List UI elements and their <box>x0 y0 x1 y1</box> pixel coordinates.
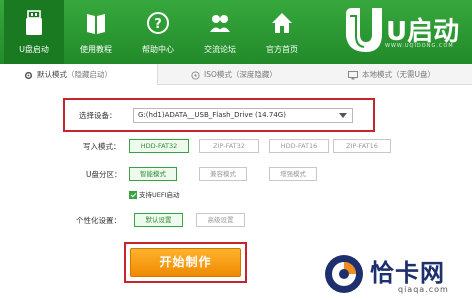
write-option-hdd-fat16[interactable]: HDD-FAT16 <box>269 139 329 153</box>
mode-tabs: 默认模式（隐藏启动） ISO模式（深度隐藏） 本地模式（无需U盘） <box>0 64 472 85</box>
start-button[interactable]: 开始制作 <box>130 248 241 277</box>
watermark-logo-icon <box>325 255 363 293</box>
nav-item-usb-boot[interactable]: U盘启动 <box>4 0 64 64</box>
nav-item-tutorial[interactable]: 使用教程 <box>66 0 126 64</box>
tab-sub: （无需U盘） <box>392 70 435 79</box>
write-mode-label: 写入模式： <box>83 142 121 151</box>
write-option-hdd-fat32[interactable]: HDD-FAT32 <box>129 139 189 153</box>
svg-text:?: ? <box>154 17 162 32</box>
custom-settings-label: 个性化设置： <box>76 216 121 225</box>
top-toolbar: U盘启动 使用教程 ? 帮助中心 交流论坛 官方首页 U启动 WWW.UQIDO… <box>0 0 472 64</box>
brand-site: WWW.UQIDONG.COM <box>385 43 454 49</box>
usb-drive-icon <box>26 10 42 35</box>
nav-item-help-center[interactable]: ? 帮助中心 <box>128 0 188 64</box>
tab-default-mode[interactable]: 默认模式（隐藏启动） <box>0 64 158 85</box>
tab-name: 本地模式 <box>362 70 392 79</box>
nav-item-forum[interactable]: 交流论坛 <box>190 0 250 64</box>
disc-icon <box>191 70 200 80</box>
nav-label: U盘启动 <box>19 45 49 54</box>
chevron-down-icon <box>339 113 347 118</box>
people-icon <box>210 15 230 32</box>
custom-option-default[interactable]: 默认设置 <box>134 213 183 227</box>
watermark: 恰卡网 qiaqa.com <box>322 250 472 300</box>
uefi-checkbox-row[interactable]: 支持UEFI启动 <box>129 189 180 199</box>
tab-sub: （隐藏启动） <box>67 70 112 79</box>
uefi-checkbox[interactable] <box>129 191 137 199</box>
nav-label: 帮助中心 <box>142 45 174 54</box>
monitor-icon <box>348 70 358 79</box>
device-label: 选择设备： <box>79 111 117 120</box>
nav-label: 官方首页 <box>266 45 298 54</box>
tab-iso-mode[interactable]: ISO模式（深度隐藏） <box>191 64 331 85</box>
book-icon <box>87 14 105 34</box>
uefi-label: 支持UEFI启动 <box>139 191 180 199</box>
watermark-text: 恰卡网 <box>370 259 445 287</box>
start-button-highlight: 开始制作 <box>124 242 247 283</box>
device-select[interactable]: G:(hd1)ADATA__USB_Flash_Drive (14.74G) <box>133 108 353 123</box>
nav-item-homepage[interactable]: 官方首页 <box>252 0 312 64</box>
device-value: G:(hd1)ADATA__USB_Flash_Drive (14.74G) <box>138 111 286 119</box>
nav-label: 使用教程 <box>80 45 112 54</box>
gear-icon <box>24 71 33 79</box>
partition-label: U盘分区： <box>86 170 122 179</box>
tab-name: 默认模式 <box>37 70 67 79</box>
tab-local-mode[interactable]: 本地模式（无需U盘） <box>348 64 472 85</box>
partition-option-compatible[interactable]: 兼容模式 <box>199 167 247 181</box>
tab-sub: （深度隐藏） <box>231 70 277 79</box>
app-window: U盘启动 使用教程 ? 帮助中心 交流论坛 官方首页 U启动 WWW.UQIDO… <box>0 0 472 300</box>
tab-name: ISO模式 <box>204 70 232 79</box>
write-option-zip-fat16[interactable]: ZIP-FAT16 <box>333 139 391 153</box>
watermark-url: qiaqa.com <box>398 285 449 294</box>
write-option-zip-fat32[interactable]: ZIP-FAT32 <box>199 139 259 153</box>
custom-option-advanced[interactable]: 高级设置 <box>196 213 245 227</box>
help-icon: ? <box>147 12 169 34</box>
nav-label: 交流论坛 <box>204 45 236 54</box>
partition-option-smart[interactable]: 智能模式 <box>129 167 177 181</box>
device-row: 选择设备： G:(hd1)ADATA__USB_Flash_Drive (14.… <box>63 98 375 132</box>
home-icon <box>272 13 292 33</box>
partition-option-enhanced[interactable]: 增强模式 <box>269 167 317 181</box>
